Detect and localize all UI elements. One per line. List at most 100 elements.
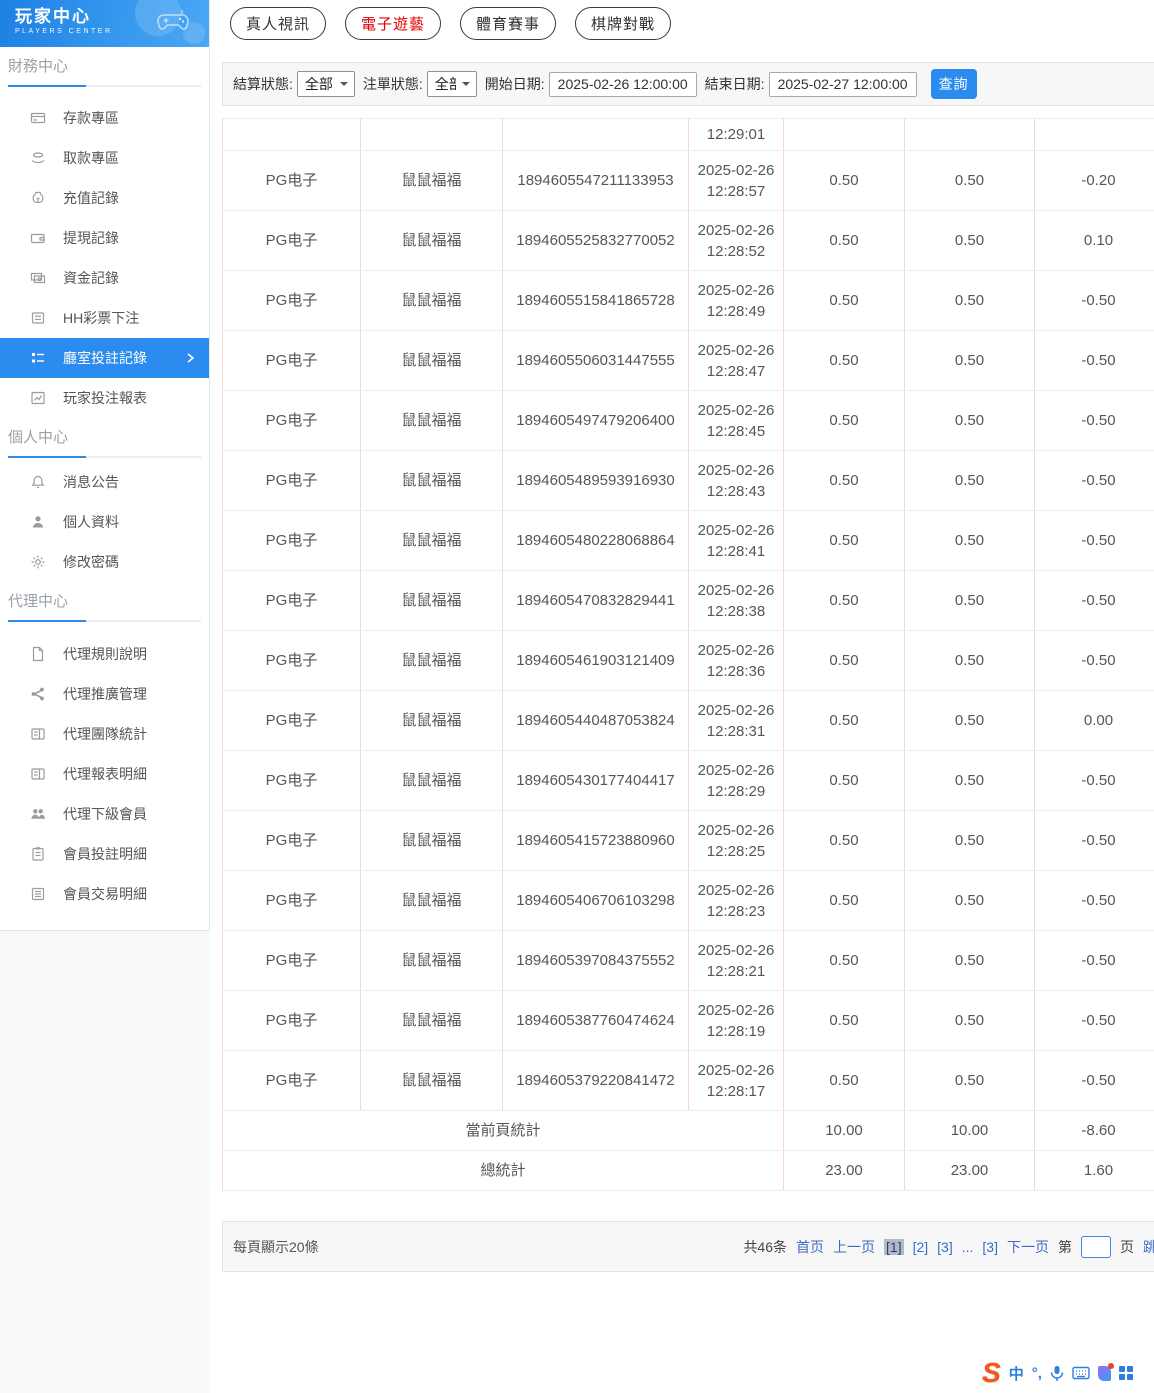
ime-punctuation-icon[interactable]: °, [1032, 1365, 1042, 1382]
sidebar-item-recharge-record[interactable]: 充值記錄 [0, 178, 209, 218]
bet-id-cell: 1894605440487053824 [502, 690, 689, 751]
sogou-logo-icon[interactable]: S [982, 1358, 1001, 1388]
end-date-input[interactable] [768, 71, 917, 97]
bet-id-cell [502, 118, 689, 151]
sidebar-item-agent-promotion[interactable]: 代理推廣管理 [0, 674, 209, 714]
sidebar-item-room-bet-record[interactable]: 廳室投註記錄 [0, 338, 209, 378]
sidebar-item-agent-rules[interactable]: 代理規則說明 [0, 634, 209, 674]
valid-bet-cell: 0.50 [904, 570, 1035, 631]
page-link-last[interactable]: [3] [982, 1239, 998, 1255]
sidebar-item-withdrawal-record[interactable]: 提現記錄 [0, 218, 209, 258]
winloss-cell: -0.50 [1034, 510, 1154, 571]
sidebar-item-announcements[interactable]: 消息公告 [0, 462, 209, 502]
sidebar-item-label: 玩家投注報表 [63, 390, 147, 406]
ime-keyboard-icon[interactable] [1072, 1366, 1090, 1380]
clipboard-icon [30, 846, 46, 862]
table-row: PG电子 鼠鼠福福 1894605406706103298 2025-02-26… [222, 870, 1154, 931]
page-link-current[interactable]: [1] [884, 1238, 904, 1255]
newspaper-icon [30, 766, 46, 782]
tab-electronic-games[interactable]: 電子遊藝 [345, 7, 442, 40]
page-ellipsis[interactable]: ... [962, 1239, 974, 1255]
table-row: PG电子 鼠鼠福福 1894605506031447555 2025-02-26… [222, 330, 1154, 391]
first-page-link[interactable]: 首页 [796, 1237, 824, 1257]
bet-time-cell: 2025-02-26 12:28:38 [688, 570, 784, 631]
settle-status-select[interactable]: 全部 [296, 71, 355, 97]
tab-board-games[interactable]: 棋牌對戰 [575, 7, 672, 40]
game-cell: 鼠鼠福福 [360, 210, 503, 271]
settle-status-select-wrap: 全部 [296, 71, 355, 97]
bet-id-cell: 1894605480228068864 [502, 510, 689, 571]
bet-time-cell: 2025-02-26 12:28:57 [688, 150, 784, 211]
sidebar-item-member-bet-detail[interactable]: 會員投註明細 [0, 834, 209, 874]
provider-cell: PG电子 [222, 210, 361, 271]
sidebar-item-agent-sub-members[interactable]: 代理下級會員 [0, 794, 209, 834]
section-title-agent: 代理中心 [8, 593, 69, 610]
game-cell: 鼠鼠福福 [360, 810, 503, 871]
bet-amount-cell: 0.50 [783, 570, 905, 631]
jump-page-input[interactable] [1081, 1235, 1111, 1258]
bet-amount-cell: 0.50 [783, 870, 905, 931]
sidebar-item-deposit[interactable]: 存款專區 [0, 98, 209, 138]
table-row: PG电子 鼠鼠福福 1894605525832770052 2025-02-26… [222, 210, 1154, 271]
ime-skin-icon[interactable] [1097, 1362, 1114, 1381]
sidebar-item-player-report[interactable]: 玩家投注報表 [0, 378, 209, 418]
game-cell: 鼠鼠福福 [360, 1050, 503, 1111]
sidebar-footer-area [0, 931, 210, 1393]
sidebar-item-label: 會員交易明細 [63, 886, 147, 902]
bet-amount-cell: 0.50 [783, 270, 905, 331]
sidebar-item-funds-record[interactable]: 資金記錄 [0, 258, 209, 298]
bet-time-cell: 2025-02-26 12:28:31 [688, 690, 784, 751]
sidebar-item-label: 消息公告 [63, 474, 119, 490]
sidebar-item-change-password[interactable]: 修改密碼 [0, 542, 209, 582]
valid-bet-cell: 0.50 [904, 510, 1035, 571]
newspaper-icon [30, 726, 46, 742]
bet-amount-cell: 0.50 [783, 630, 905, 691]
bet-id-cell: 1894605515841865728 [502, 270, 689, 331]
bet-time-cell: 2025-02-26 12:28:36 [688, 630, 784, 691]
prev-page-link[interactable]: 上一页 [833, 1237, 875, 1257]
page-summary-row: 當前頁統計 10.00 10.00 -8.60 [222, 1110, 1154, 1151]
sidebar-item-member-transaction-detail[interactable]: 會員交易明細 [0, 874, 209, 914]
bet-amount-cell: 0.50 [783, 750, 905, 811]
page-link-2[interactable]: [2] [913, 1239, 929, 1255]
start-date-label: 開始日期: [484, 76, 545, 92]
sidebar-item-withdraw[interactable]: 取款專區 [0, 138, 209, 178]
bet-id-cell: 1894605489593916930 [502, 450, 689, 511]
game-cell: 鼠鼠福福 [360, 330, 503, 391]
tab-live-casino[interactable]: 真人視訊 [230, 7, 327, 40]
table-row: PG电子 鼠鼠福福 1894605547211133953 2025-02-26… [222, 150, 1154, 211]
order-status-select[interactable]: 全部 [426, 71, 477, 97]
bet-table-body: 12:29:01 PG电子 鼠鼠福福 1894605547211133953 2… [222, 118, 1154, 1191]
page-summary-bet: 10.00 [783, 1110, 905, 1151]
ime-voice-icon[interactable] [1050, 1365, 1064, 1382]
sidebar-item-label: 修改密碼 [63, 554, 119, 570]
page-link-3[interactable]: [3] [937, 1239, 953, 1255]
order-status-select-wrap: 全部 [426, 71, 477, 97]
banknotes-icon [30, 270, 46, 286]
tab-sports[interactable]: 體育賽事 [460, 7, 557, 40]
sidebar-item-profile[interactable]: 個人資料 [0, 502, 209, 542]
ime-chinese-mode-icon[interactable]: 中 [1009, 1363, 1024, 1384]
search-button[interactable]: 查詢 [930, 69, 977, 99]
winloss-cell [1034, 118, 1154, 151]
list-doc-icon [30, 310, 46, 326]
provider-cell: PG电子 [222, 1050, 361, 1111]
order-status-label: 注單狀態: [362, 76, 423, 92]
game-cell: 鼠鼠福福 [360, 990, 503, 1051]
jump-action-link[interactable]: 跳转 [1143, 1237, 1154, 1257]
provider-cell: PG电子 [222, 870, 361, 931]
bet-id-cell: 1894605397084375552 [502, 930, 689, 991]
bet-id-cell: 1894605506031447555 [502, 330, 689, 391]
sidebar-item-label: 廳室投註記錄 [63, 350, 147, 366]
sidebar-item-agent-team-stats[interactable]: 代理團隊統計 [0, 714, 209, 754]
bet-amount-cell: 0.50 [783, 330, 905, 391]
ime-toolbox-icon[interactable] [1118, 1366, 1133, 1380]
sidebar-item-lottery-bet[interactable]: HH彩票下注 [0, 298, 209, 338]
section-underline [8, 85, 201, 87]
moneybag-icon [30, 190, 46, 206]
start-date-input[interactable] [548, 71, 697, 97]
next-page-link[interactable]: 下一页 [1007, 1237, 1049, 1257]
sidebar-item-agent-report-detail[interactable]: 代理報表明細 [0, 754, 209, 794]
sidebar-item-label: 個人資料 [63, 514, 119, 530]
bet-amount-cell: 0.50 [783, 990, 905, 1051]
